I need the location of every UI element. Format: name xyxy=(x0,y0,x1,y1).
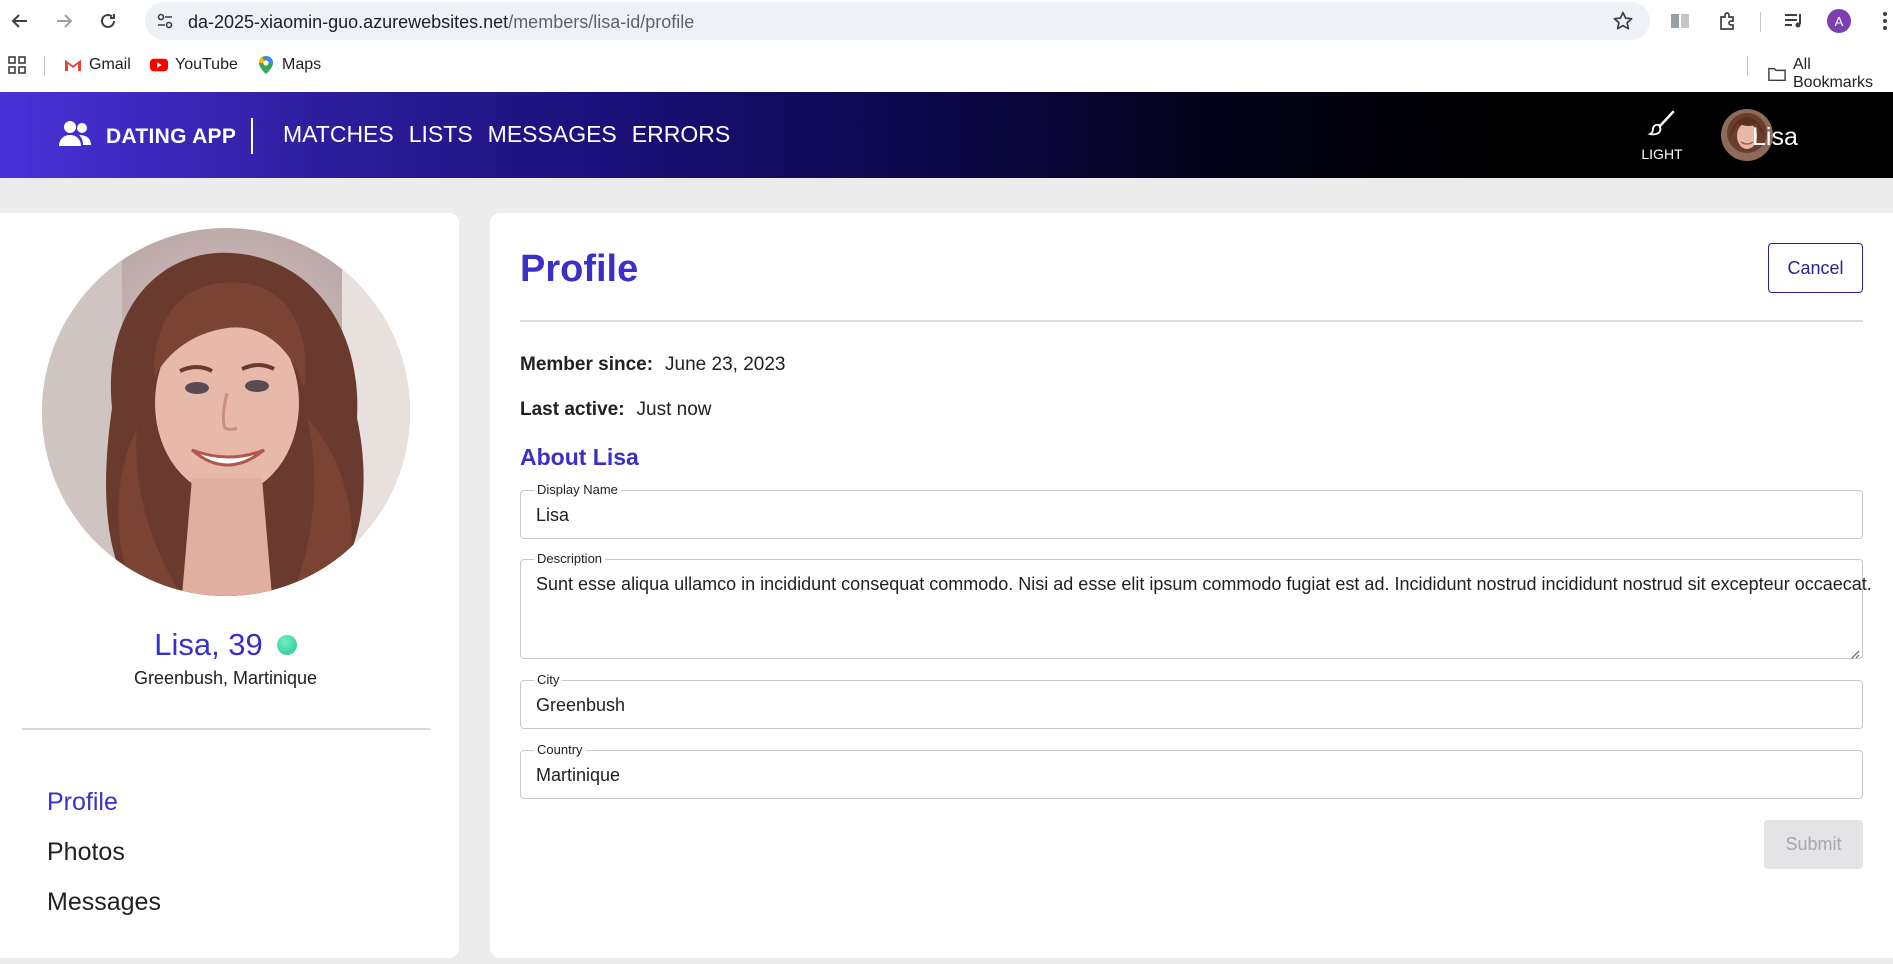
member-since: Member since: June 23, 2023 xyxy=(520,354,786,376)
country-value: Martinique xyxy=(536,765,621,785)
resize-grip-icon[interactable] xyxy=(1850,646,1860,659)
country-label: Country xyxy=(534,742,586,757)
bookmark-youtube[interactable]: YouTube xyxy=(150,56,238,74)
forward-icon[interactable] xyxy=(48,6,80,36)
sidebar-item-messages[interactable]: Messages xyxy=(47,888,161,917)
sidebar-item-profile[interactable]: Profile xyxy=(47,788,118,817)
bookmarks-separator xyxy=(44,56,45,76)
extensions-icon[interactable] xyxy=(1716,9,1740,33)
youtube-icon xyxy=(150,56,168,74)
main-nav: MATCHES LISTS MESSAGES ERRORS xyxy=(283,121,730,148)
member-since-value: June 23, 2023 xyxy=(665,354,786,375)
city-value: Greenbush xyxy=(536,695,626,715)
description-field[interactable]: Description Sunt esse aliqua ullamco in … xyxy=(520,551,1872,659)
reload-icon[interactable] xyxy=(92,6,124,36)
bookmarks-bar: Gmail YouTube Maps All Bookmarks xyxy=(0,42,1893,92)
address-bar[interactable]: da-2025-xiaomin-guo.azurewebsites.net/me… xyxy=(145,2,1650,40)
folder-icon xyxy=(1768,65,1786,83)
bookmark-gmail[interactable]: Gmail xyxy=(64,56,131,74)
bookmark-label: Gmail xyxy=(89,56,131,73)
theme-label: LIGHT xyxy=(1641,146,1683,162)
submit-button[interactable]: Submit xyxy=(1764,820,1863,869)
toolbar-separator xyxy=(1760,12,1761,32)
last-active: Last active: Just now xyxy=(520,399,712,421)
nav-matches[interactable]: MATCHES xyxy=(283,121,394,148)
url-text: da-2025-xiaomin-guo.azurewebsites.net/me… xyxy=(188,12,694,33)
sidebar-item-photos[interactable]: Photos xyxy=(47,838,125,867)
display-name-value: Lisa xyxy=(536,505,570,525)
all-bookmarks[interactable]: All Bookmarks xyxy=(1768,56,1893,92)
back-icon[interactable] xyxy=(4,6,36,36)
browser-toolbar: da-2025-xiaomin-guo.azurewebsites.net/me… xyxy=(0,0,1893,42)
member-name-line: Lisa, 39 xyxy=(0,627,451,663)
country-field[interactable]: Country Martinique xyxy=(520,742,1863,799)
all-bookmarks-label: All Bookmarks xyxy=(1793,56,1874,91)
media-controls-icon[interactable] xyxy=(1782,9,1806,33)
site-settings-icon[interactable] xyxy=(155,11,175,31)
page-title: Profile xyxy=(520,248,639,290)
paintbrush-icon xyxy=(1647,110,1677,143)
bookmark-label: YouTube xyxy=(175,56,238,73)
nav-lists[interactable]: LISTS xyxy=(409,121,473,148)
bookmark-label: Maps xyxy=(282,56,322,73)
theme-toggle-button[interactable]: LIGHT xyxy=(1638,109,1686,162)
last-active-value: Just now xyxy=(636,399,712,420)
member-photo xyxy=(42,228,410,596)
chrome-menu-icon[interactable] xyxy=(1873,9,1893,33)
member-since-label: Member since: xyxy=(520,354,654,375)
about-heading: About Lisa xyxy=(520,444,639,470)
brand-label: DATING APP xyxy=(106,124,237,148)
maps-icon xyxy=(257,56,275,74)
gmail-icon xyxy=(64,56,82,74)
apps-grid-icon[interactable] xyxy=(8,56,26,74)
title-divider xyxy=(520,320,1863,322)
url-path: /members/lisa-id/profile xyxy=(508,12,695,32)
member-location: Greenbush, Martinique xyxy=(133,668,318,688)
city-label: City xyxy=(534,672,563,687)
last-active-label: Last active: xyxy=(520,399,625,420)
display-name-field[interactable]: Display Name Lisa xyxy=(520,482,1863,539)
display-name-label: Display Name xyxy=(534,482,621,497)
member-name-age: Lisa, 39 xyxy=(154,627,263,662)
bookmarks-separator xyxy=(1747,56,1748,76)
nav-errors[interactable]: ERRORS xyxy=(632,121,730,148)
description-value: Sunt esse aliqua ullamco in incididunt c… xyxy=(536,574,1872,594)
user-name[interactable]: Lisa xyxy=(1752,123,1798,152)
city-field[interactable]: City Greenbush xyxy=(520,672,1863,729)
nav-messages[interactable]: MESSAGES xyxy=(488,121,617,148)
bookmark-maps[interactable]: Maps xyxy=(257,56,321,74)
cancel-button[interactable]: Cancel xyxy=(1768,243,1863,293)
reading-mode-icon[interactable] xyxy=(1668,9,1692,33)
member-card-divider xyxy=(22,728,430,730)
app-navbar: DATING APP MATCHES LISTS MESSAGES ERRORS… xyxy=(0,92,1893,178)
bookmark-star-icon[interactable] xyxy=(1612,10,1634,32)
online-status-dot xyxy=(276,635,297,655)
description-label: Description xyxy=(534,551,606,566)
users-icon xyxy=(58,119,92,154)
url-host: da-2025-xiaomin-guo.azurewebsites.net xyxy=(188,12,509,32)
brand-divider xyxy=(251,118,253,154)
brand-link[interactable]: DATING APP xyxy=(58,119,236,154)
chrome-profile-avatar[interactable]: A xyxy=(1827,9,1851,33)
